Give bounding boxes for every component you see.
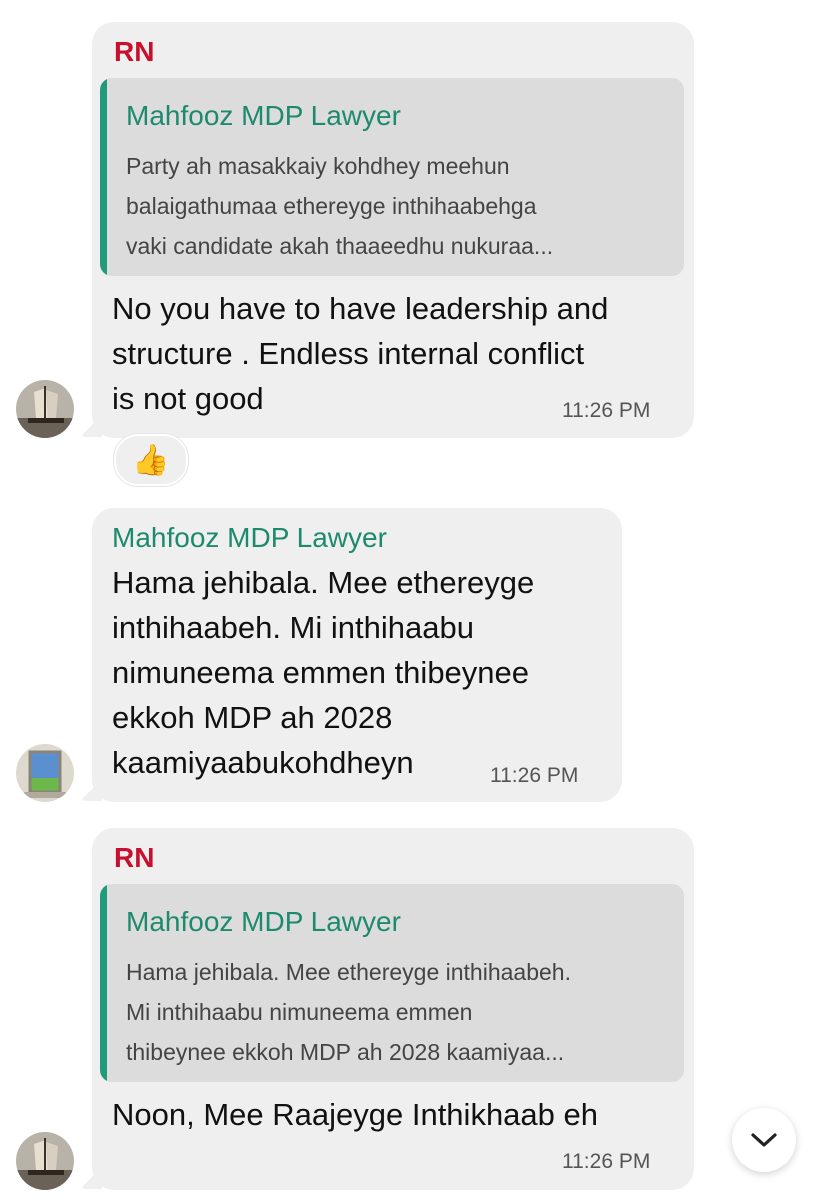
message-text-line: ekkoh MDP ah 2028: [112, 700, 393, 735]
quoted-text-line: balaigathumaa ethereyge inthihaabehga: [126, 193, 537, 219]
quoted-message[interactable]: Mahfooz MDP Lawyer Party ah masakkaiy ko…: [100, 78, 684, 276]
quoted-text-line: Hama jehibala. Mee ethereyge inthihaabeh…: [126, 959, 571, 985]
message-text: Hama jehibala. Mee ethereyge inthihaabeh…: [112, 560, 534, 785]
scroll-to-bottom-button[interactable]: [732, 1108, 796, 1172]
chevron-down-icon: [751, 1133, 777, 1147]
message-text-line: Hama jehibala. Mee ethereyge: [112, 565, 535, 600]
message-text-line: nimuneema emmen thibeynee: [112, 655, 530, 690]
thumbs-up-icon: 👍: [132, 443, 170, 477]
quoted-text: Party ah masakkaiy kohdhey meehun balaig…: [126, 146, 684, 266]
message-text-line: No you have to have leadership and: [112, 291, 609, 326]
quote-accent-bar: [100, 78, 107, 276]
sender-name: RN: [114, 36, 155, 67]
message-text-line: Noon, Mee Raajeyge Inthikhaab eh: [112, 1097, 598, 1132]
reaction-badge[interactable]: 👍: [114, 434, 188, 486]
quoted-text-line: vaki candidate akah thaaeedhu nukuraa...: [126, 233, 554, 259]
quote-accent-bar: [100, 884, 107, 1082]
avatar-rn[interactable]: [16, 380, 74, 438]
quoted-text-line: Mi inthihaabu nimuneema emmen: [126, 999, 473, 1025]
quoted-sender-name: Mahfooz MDP Lawyer: [126, 906, 401, 937]
avatar-rn[interactable]: [16, 1132, 74, 1190]
sender-name: Mahfooz MDP Lawyer: [112, 522, 387, 553]
message-text-line: structure . Endless internal conflict: [112, 336, 585, 371]
quoted-text: Hama jehibala. Mee ethereyge inthihaabeh…: [126, 952, 684, 1072]
message-text: Noon, Mee Raajeyge Inthikhaab eh: [112, 1092, 598, 1137]
message-timestamp: 11:26 PM: [562, 1150, 651, 1173]
message-timestamp: 11:26 PM: [562, 399, 651, 422]
message-text-line: is not good: [112, 381, 264, 416]
message-text: No you have to have leadership and struc…: [112, 286, 608, 421]
avatar-mdp[interactable]: [16, 744, 74, 802]
quoted-sender-name: Mahfooz MDP Lawyer: [126, 100, 401, 131]
sender-name: RN: [114, 842, 155, 873]
ship-avatar-image: [16, 1132, 74, 1190]
window-landscape-avatar-image: [16, 744, 74, 802]
ship-avatar-image: [16, 380, 74, 438]
message-bubble-rn[interactable]: RN Mahfooz MDP Lawyer Hama jehibala. Mee…: [92, 828, 694, 1190]
message-text-line: inthihaabeh. Mi inthihaabu: [112, 610, 474, 645]
quoted-message[interactable]: Mahfooz MDP Lawyer Hama jehibala. Mee et…: [100, 884, 684, 1082]
message-bubble-mdp[interactable]: Mahfooz MDP Lawyer Hama jehibala. Mee et…: [92, 508, 622, 802]
quoted-text-line: thibeynee ekkoh MDP ah 2028 kaamiyaa...: [126, 1039, 565, 1065]
message-timestamp: 11:26 PM: [490, 764, 579, 787]
message-bubble-rn[interactable]: RN Mahfooz MDP Lawyer Party ah masakkaiy…: [92, 22, 694, 438]
quoted-text-line: Party ah masakkaiy kohdhey meehun: [126, 153, 510, 179]
message-text-line: kaamiyaabukohdheyn: [112, 745, 414, 780]
